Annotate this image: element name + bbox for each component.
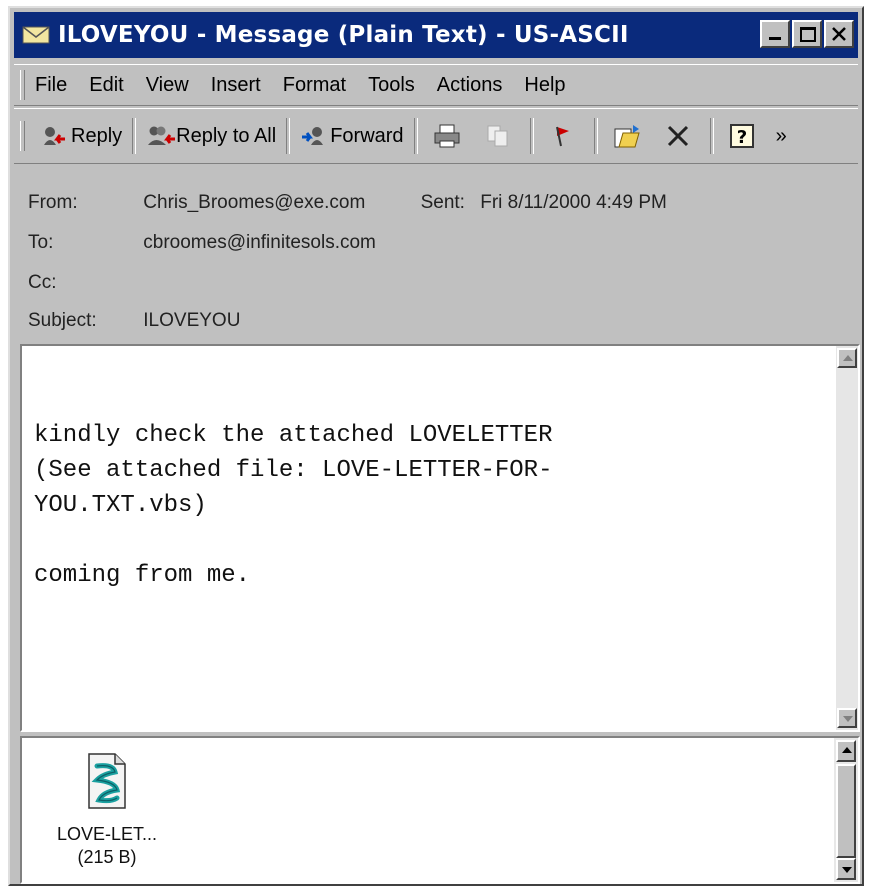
copy-button[interactable]	[474, 116, 526, 156]
flag-button[interactable]	[538, 116, 590, 156]
reply-all-icon	[146, 123, 176, 149]
cc-label: Cc:	[28, 272, 57, 293]
svg-text:?: ?	[736, 127, 746, 148]
attachment-scroll-up-button[interactable]	[836, 740, 856, 762]
toolbar-grip[interactable]	[20, 121, 25, 151]
menu-actions[interactable]: Actions	[437, 74, 503, 97]
forward-label: Forward	[330, 124, 404, 147]
body-scroll-down-button[interactable]	[837, 708, 857, 728]
attachment-scrollbar[interactable]	[834, 738, 858, 882]
message-header: From: Chris_Broomes@exe.com Sent: Fri 8/…	[14, 168, 858, 344]
cc-row: Cc:	[28, 272, 138, 294]
to-row: To: cbroomes@infinitesols.com	[28, 232, 376, 254]
title-bar[interactable]: ILOVEYOU - Message (Plain Text) - US-ASC…	[14, 12, 858, 58]
toolbar-separator	[413, 118, 418, 154]
toolbar-separator	[529, 118, 534, 154]
reply-all-label: Reply to All	[176, 124, 277, 147]
message-body[interactable]: kindly check the attached LOVELETTER (Se…	[20, 344, 860, 732]
to-value[interactable]: cbroomes@infinitesols.com	[143, 232, 376, 253]
close-button[interactable]	[824, 20, 854, 48]
sent-label: Sent:	[420, 192, 465, 213]
menu-file[interactable]: File	[35, 74, 67, 97]
reply-all-button[interactable]: Reply to All	[140, 116, 282, 156]
menu-format[interactable]: Format	[283, 74, 346, 97]
window-title: ILOVEYOU - Message (Plain Text) - US-ASC…	[58, 22, 629, 48]
menu-view[interactable]: View	[146, 74, 189, 97]
body-scrollbar[interactable]	[836, 346, 858, 730]
from-label: From:	[28, 192, 78, 213]
reply-label: Reply	[71, 124, 123, 147]
help-icon: ?	[729, 123, 755, 149]
attachment-scroll-down-button[interactable]	[836, 858, 856, 880]
reply-button[interactable]: Reply	[35, 116, 128, 156]
message-window: ILOVEYOU - Message (Plain Text) - US-ASC…	[8, 6, 864, 886]
toolbar-separator	[286, 118, 291, 154]
toolbar-separator	[593, 118, 598, 154]
menu-bar: File Edit View Insert Format Tools Actio…	[14, 64, 858, 106]
help-button[interactable]: ?	[718, 116, 770, 156]
toolbar: Reply Reply to All Forward ? »	[14, 108, 858, 164]
sent-value: Fri 8/11/2000 4:49 PM	[480, 192, 667, 213]
move-to-folder-icon	[613, 123, 640, 149]
forward-icon	[300, 123, 326, 149]
forward-button[interactable]: Forward	[294, 116, 409, 156]
attachment-item[interactable]: LOVE-LET... (215 B)	[42, 752, 172, 868]
menu-help[interactable]: Help	[524, 74, 565, 97]
menu-edit[interactable]: Edit	[89, 74, 123, 97]
print-button[interactable]	[422, 116, 474, 156]
from-row: From: Chris_Broomes@exe.com Sent: Fri 8/…	[28, 192, 667, 214]
attachment-pane: LOVE-LET... (215 B)	[20, 736, 860, 884]
minimize-button[interactable]	[760, 20, 790, 48]
printer-icon	[433, 123, 460, 149]
subject-value: ILOVEYOU	[143, 310, 241, 331]
attachment-name: LOVE-LET...	[56, 824, 158, 844]
maximize-button[interactable]	[792, 20, 822, 48]
script-file-icon	[85, 752, 129, 810]
copy-icon	[485, 123, 511, 149]
envelope-icon	[22, 25, 50, 45]
attachment-size: (215 B)	[77, 847, 137, 867]
toolbar-separator	[132, 118, 137, 154]
move-to-folder-button[interactable]	[602, 116, 654, 156]
delete-button[interactable]	[654, 116, 706, 156]
toolbar-separator	[709, 118, 714, 154]
from-value[interactable]: Chris_Broomes@exe.com	[143, 192, 365, 213]
subject-row: Subject: ILOVEYOU	[28, 310, 240, 332]
body-scroll-up-button[interactable]	[837, 348, 857, 368]
message-body-text[interactable]: kindly check the attached LOVELETTER (Se…	[34, 418, 834, 593]
delete-icon	[665, 123, 691, 149]
reply-icon	[41, 123, 67, 149]
menu-grip[interactable]	[20, 70, 25, 100]
to-label: To:	[28, 232, 54, 253]
menu-tools[interactable]: Tools	[368, 74, 415, 97]
toolbar-overflow-label: »	[775, 124, 787, 147]
attachment-scroll-thumb[interactable]	[836, 764, 856, 858]
subject-label: Subject:	[28, 310, 97, 331]
toolbar-overflow-button[interactable]: »	[770, 116, 793, 156]
menu-insert[interactable]: Insert	[211, 74, 261, 97]
flag-icon	[549, 123, 575, 149]
